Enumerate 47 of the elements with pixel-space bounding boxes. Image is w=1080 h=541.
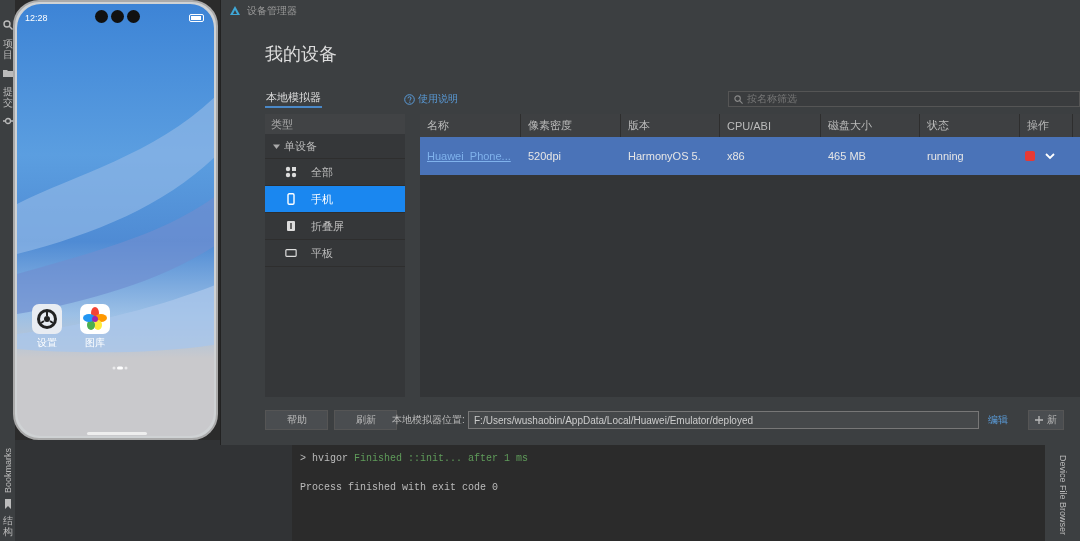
- location-field[interactable]: F:/Users/wushaobin/AppData/Local/Huawei/Emulator/deployed: [468, 411, 979, 429]
- table-cell-text: HarmonyOS 5.: [627, 150, 702, 162]
- console-line: > hvigor Finished ::init... after 1 ms: [300, 453, 530, 464]
- console-line: Process finished with exit code 0: [300, 482, 500, 493]
- help-icon: [404, 93, 415, 105]
- column-header: 类型: [265, 114, 405, 134]
- window-title: 设备管理器: [247, 4, 297, 18]
- chevron-icon[interactable]: [1045, 152, 1055, 160]
- camera-cutout: [95, 10, 140, 23]
- commit-icon[interactable]: [2, 116, 13, 126]
- tablet-icon: [285, 247, 297, 259]
- caret-icon: [273, 142, 280, 150]
- page-heading: 我的设备: [265, 43, 338, 66]
- search-icon: [734, 94, 743, 104]
- footer-button[interactable]: 帮助: [265, 410, 328, 430]
- table-cell-text: 465 MB: [827, 150, 867, 162]
- gear-icon[interactable]: [32, 304, 62, 334]
- edit-link[interactable]: 编辑: [988, 413, 1028, 427]
- status-time: 12:28: [25, 13, 48, 23]
- category-item[interactable]: 折叠屏: [265, 213, 405, 240]
- toolbar-tab[interactable]: 项目: [2, 38, 13, 60]
- category-item[interactable]: 手机: [265, 186, 405, 213]
- grid-icon: [285, 166, 297, 178]
- new-button[interactable]: 新: [1028, 410, 1064, 430]
- help-link[interactable]: 使用说明: [404, 92, 458, 106]
- search-icon[interactable]: [2, 20, 13, 30]
- bookmark-icon[interactable]: [2, 499, 13, 509]
- app-label: 图库: [85, 336, 105, 350]
- table-cell-text: 520dpi: [527, 150, 563, 162]
- toolbar-tab[interactable]: 提交: [2, 86, 13, 108]
- table-cell-text: x86: [726, 150, 746, 162]
- page-indicator: [112, 366, 128, 370]
- toolbar-tab[interactable]: 结构: [2, 515, 13, 537]
- device-row[interactable]: Huawei_Phone... 520dpi HarmonyOS 5. x86 465 MB running: [420, 137, 1080, 175]
- battery-icon: [189, 14, 205, 22]
- app-label: 设置: [37, 336, 57, 350]
- folder-icon[interactable]: [2, 68, 13, 78]
- flower-icon[interactable]: [80, 304, 110, 334]
- plus-icon: [1035, 416, 1043, 424]
- app-logo-icon: [229, 5, 241, 17]
- category-item[interactable]: 平板: [265, 240, 405, 267]
- local-emulator-tab[interactable]: 本地模拟器: [265, 90, 322, 108]
- table-cell-text: running: [926, 150, 965, 162]
- foldable-icon: [285, 220, 297, 232]
- tree-group[interactable]: 单设备: [265, 134, 405, 159]
- toolbar-tab[interactable]: Bookmarks: [2, 448, 13, 493]
- phone-icon: [285, 193, 297, 205]
